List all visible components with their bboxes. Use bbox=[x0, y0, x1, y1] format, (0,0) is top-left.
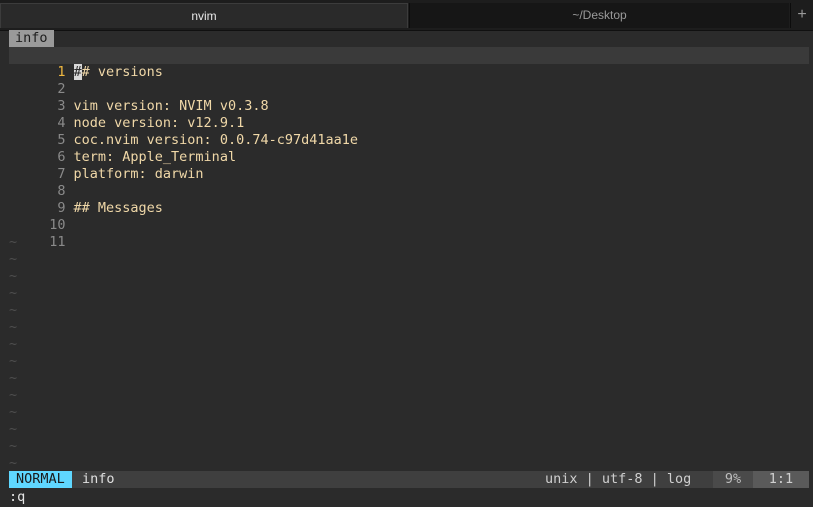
status-line: NORMAL info unix | utf-8 | log 9% 1:1 bbox=[9, 471, 809, 488]
tab-desktop[interactable]: ~/Desktop bbox=[409, 3, 789, 28]
status-filename: info bbox=[82, 471, 115, 487]
command-line[interactable]: :q bbox=[9, 489, 25, 506]
new-tab-button[interactable]: + bbox=[790, 3, 813, 28]
editor-line[interactable]: 8 bbox=[9, 166, 809, 199]
line-number: 11 bbox=[49, 234, 66, 250]
editor-line[interactable]: 4 node version: v12.9.1 bbox=[9, 98, 809, 131]
empty-line-marker: ~ bbox=[9, 438, 18, 454]
editor-line[interactable]: 10 bbox=[9, 200, 809, 233]
empty-line-marker: ~ bbox=[9, 285, 18, 301]
editor-line[interactable]: 6 term: Apple_Terminal bbox=[9, 132, 809, 165]
empty-line-marker: ~ bbox=[9, 353, 18, 369]
empty-line-marker: ~ bbox=[9, 336, 18, 352]
empty-line-marker: ~ bbox=[9, 251, 18, 267]
editor-line[interactable]: 9 ## Messages bbox=[9, 183, 809, 216]
empty-line-marker: ~ bbox=[9, 234, 18, 250]
status-cursor-position: 1:1 bbox=[753, 471, 809, 488]
empty-line-marker: ~ bbox=[9, 387, 18, 403]
empty-line-marker: ~ bbox=[9, 268, 18, 284]
empty-line-marker: ~ bbox=[9, 370, 18, 386]
terminal-tab-bar: nvim ~/Desktop + bbox=[0, 0, 813, 31]
empty-line-marker: ~ bbox=[9, 319, 18, 335]
editor-line[interactable]: 1 ## versions bbox=[9, 47, 809, 80]
empty-line-marker: ~ bbox=[9, 421, 18, 437]
editor-line[interactable]: 7 platform: darwin bbox=[9, 149, 809, 182]
editor-line[interactable]: 2 bbox=[9, 64, 809, 97]
buffer-tab-info[interactable]: info bbox=[9, 30, 54, 47]
mode-indicator: NORMAL bbox=[9, 471, 72, 488]
editor-line[interactable]: 3 vim version: NVIM v0.3.8 bbox=[9, 81, 809, 114]
status-encoding: unix | utf-8 | log bbox=[545, 471, 692, 487]
tab-nvim[interactable]: nvim bbox=[0, 3, 408, 28]
empty-line-marker: ~ bbox=[9, 302, 18, 318]
status-percent: 9% bbox=[713, 471, 753, 488]
vim-editor[interactable]: info 1 ## versions 2 3 vim version: NVIM v… bbox=[9, 30, 809, 507]
editor-line[interactable]: 5 coc.nvim version: 0.0.74-c97d41aa1e bbox=[9, 115, 809, 148]
empty-line-marker: ~ bbox=[9, 404, 18, 420]
editor-line[interactable]: 11 bbox=[9, 217, 809, 250]
empty-line-marker: ~ bbox=[9, 455, 18, 471]
